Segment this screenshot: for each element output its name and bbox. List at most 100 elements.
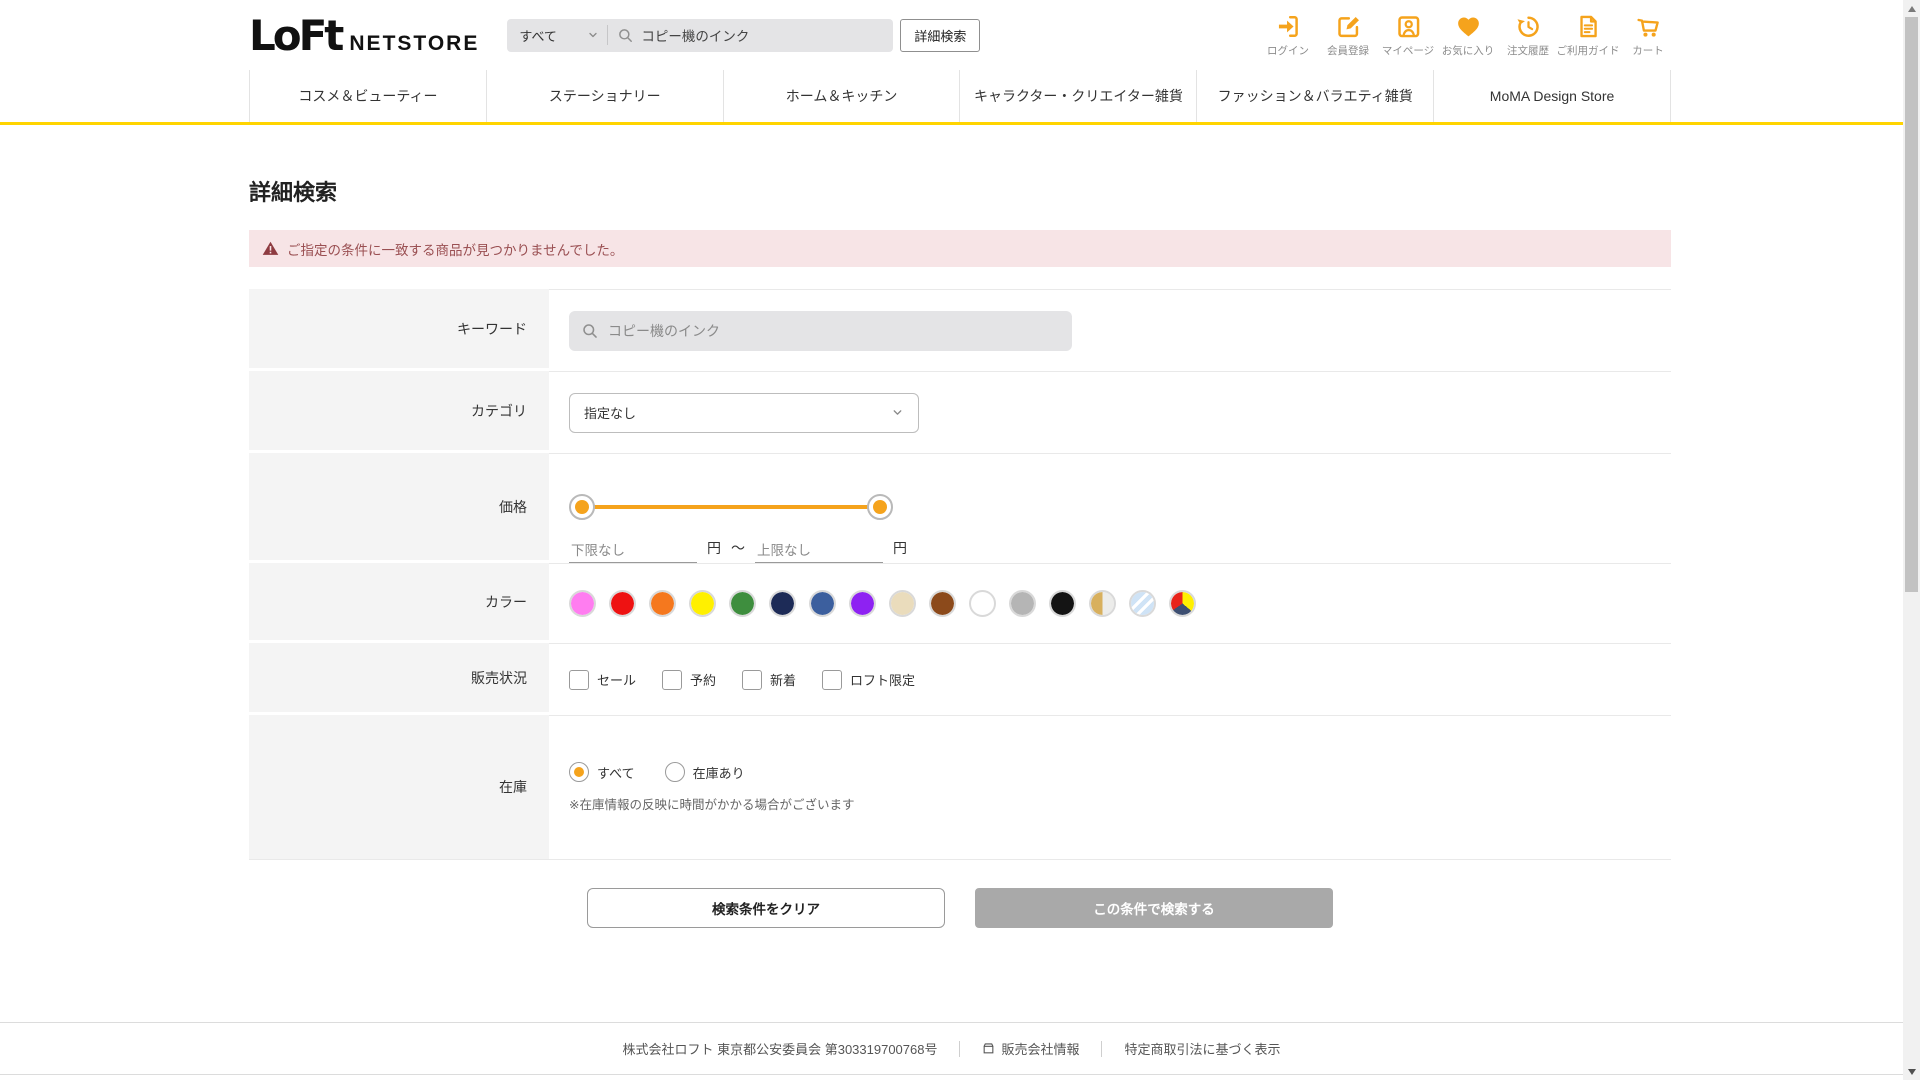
category-nav: コスメ＆ビューティー ステーショナリー ホーム＆キッチン キャラクター・クリエイ… (249, 70, 1671, 122)
logo-loft-text: LoFt (249, 11, 341, 60)
advanced-search-page: LoFt NETSTORE すべて (0, 0, 1920, 1080)
color-swatch-gold-silver[interactable] (1089, 590, 1116, 617)
guide-link[interactable]: ご利用ガイド (1565, 13, 1611, 58)
checkbox-reservation-box[interactable] (662, 670, 682, 690)
footer-company-text: 株式会社ロフト 東京都公安委員会 第303319700768号 (622, 1039, 937, 1058)
price-row: 価格 円 ～ 円 (249, 453, 1671, 563)
logo-netstore-text: NETSTORE (349, 32, 479, 56)
radio-stock-available[interactable]: 在庫あり (665, 762, 745, 782)
color-swatch-green[interactable] (729, 590, 756, 617)
nav-item-cosme[interactable]: コスメ＆ビューティー (249, 70, 486, 122)
price-slider-max-handle[interactable] (867, 494, 893, 520)
favorites-link[interactable]: お気に入り (1445, 13, 1491, 58)
legal-notice-link[interactable]: 特定商取引法に基づく表示 (1124, 1039, 1280, 1058)
price-max-unit: 円 (893, 538, 907, 563)
header-search-input[interactable] (641, 28, 893, 43)
nav-item-fashion[interactable]: ファッション＆バラエティ雑貨 (1196, 70, 1433, 122)
scrollbar-down-arrow[interactable] (1903, 1063, 1920, 1080)
search-with-conditions-button[interactable]: この条件で検索する (975, 888, 1333, 928)
checkbox-sale-box[interactable] (569, 670, 589, 690)
checkbox-loft-limited-box[interactable] (822, 670, 842, 690)
nav-item-stationery[interactable]: ステーショナリー (486, 70, 723, 122)
color-swatch-clear[interactable] (1129, 590, 1156, 617)
mypage-link[interactable]: マイページ (1385, 13, 1431, 58)
register-link[interactable]: 会員登録 (1325, 13, 1371, 58)
nav-underline (0, 122, 1903, 125)
price-separator: ～ (731, 538, 745, 563)
login-link[interactable]: ログイン (1265, 13, 1311, 58)
scrollbar-up-arrow[interactable] (1903, 0, 1920, 17)
stock-note: ※在庫情報の反映に時間がかかる場合がございます (569, 794, 854, 813)
color-swatch-orange[interactable] (649, 590, 676, 617)
price-min-input[interactable] (569, 539, 697, 563)
checkbox-sale-label: セール (597, 670, 636, 689)
color-swatch-blue[interactable] (809, 590, 836, 617)
color-swatch-navy[interactable] (769, 590, 796, 617)
radio-stock-all-label: すべて (597, 763, 635, 782)
register-icon (1335, 13, 1362, 40)
checkbox-reservation[interactable]: 予約 (662, 670, 716, 690)
legal-notice-label: 特定商取引法に基づく表示 (1124, 1039, 1280, 1058)
category-select[interactable]: 指定なし (569, 393, 919, 433)
price-inputs: 円 ～ 円 (569, 533, 907, 563)
sales-status-label: 販売状況 (249, 643, 549, 715)
error-message: ご指定の条件に一致する商品が見つかりませんでした。 (287, 239, 623, 259)
nav-item-character[interactable]: キャラクター・クリエイター雑貨 (959, 70, 1196, 122)
color-row: カラー (249, 563, 1671, 643)
price-label: 価格 (249, 453, 549, 563)
price-max-input[interactable] (755, 539, 883, 563)
color-swatch-black[interactable] (1049, 590, 1076, 617)
search-bar-divider (607, 25, 608, 45)
header-search-area: すべて 詳細検索 (507, 19, 980, 52)
color-swatch-beige[interactable] (889, 590, 916, 617)
checkbox-new[interactable]: 新着 (742, 670, 796, 690)
detail-search-button[interactable]: 詳細検索 (900, 19, 980, 52)
form-actions: 検索条件をクリア この条件で検索する (249, 888, 1671, 928)
checkbox-sale[interactable]: セール (569, 670, 636, 690)
vertical-scrollbar[interactable] (1903, 0, 1920, 1080)
heart-icon (1455, 13, 1482, 40)
radio-stock-all[interactable]: すべて (569, 762, 635, 782)
footer-divider (959, 1041, 960, 1057)
keyword-input[interactable] (608, 323, 1060, 339)
loft-logo[interactable]: LoFt NETSTORE (249, 11, 479, 60)
chevron-down-icon (891, 406, 904, 419)
keyword-row: キーワード (249, 289, 1671, 371)
color-swatch-white[interactable] (969, 590, 996, 617)
stock-label: 在庫 (249, 715, 549, 859)
clear-conditions-button[interactable]: 検索条件をクリア (587, 888, 945, 928)
mypage-label: マイページ (1382, 43, 1434, 58)
checkbox-new-box[interactable] (742, 670, 762, 690)
color-swatch-yellow[interactable] (689, 590, 716, 617)
price-slider-min-handle[interactable] (569, 494, 595, 520)
radio-stock-available-label: 在庫あり (693, 763, 745, 782)
nav-item-home-kitchen[interactable]: ホーム＆キッチン (723, 70, 960, 122)
checkbox-loft-limited[interactable]: ロフト限定 (822, 670, 915, 690)
color-swatch-purple[interactable] (849, 590, 876, 617)
nav-item-moma[interactable]: MoMA Design Store (1433, 70, 1671, 122)
radio-stock-all-button[interactable] (569, 762, 589, 782)
category-selected-value: 指定なし (584, 403, 636, 422)
order-history-label: 注文履歴 (1507, 43, 1549, 58)
color-label: カラー (249, 563, 549, 643)
checkbox-loft-limited-label: ロフト限定 (850, 670, 915, 689)
radio-stock-available-button[interactable] (665, 762, 685, 782)
color-swatch-red[interactable] (609, 590, 636, 617)
keyword-label: キーワード (249, 289, 549, 371)
search-category-dropdown[interactable]: すべて (507, 19, 607, 52)
search-category-value: すべて (519, 26, 557, 45)
sales-company-info-link[interactable]: 販売会社情報 (982, 1039, 1079, 1058)
color-swatch-pink[interactable] (569, 590, 596, 617)
order-history-link[interactable]: 注文履歴 (1505, 13, 1551, 58)
header: LoFt NETSTORE すべて (249, 0, 1671, 70)
header-search-bar: すべて (507, 19, 893, 52)
color-swatch-brown[interactable] (929, 590, 956, 617)
guide-icon (1575, 13, 1602, 40)
scrollbar-thumb[interactable] (1905, 17, 1918, 592)
cart-label: カート (1632, 43, 1664, 58)
warning-icon (262, 240, 279, 257)
color-swatches (569, 590, 1196, 617)
color-swatch-multicolor[interactable] (1169, 590, 1196, 617)
color-swatch-gray[interactable] (1009, 590, 1036, 617)
cart-link[interactable]: カート (1625, 13, 1671, 58)
